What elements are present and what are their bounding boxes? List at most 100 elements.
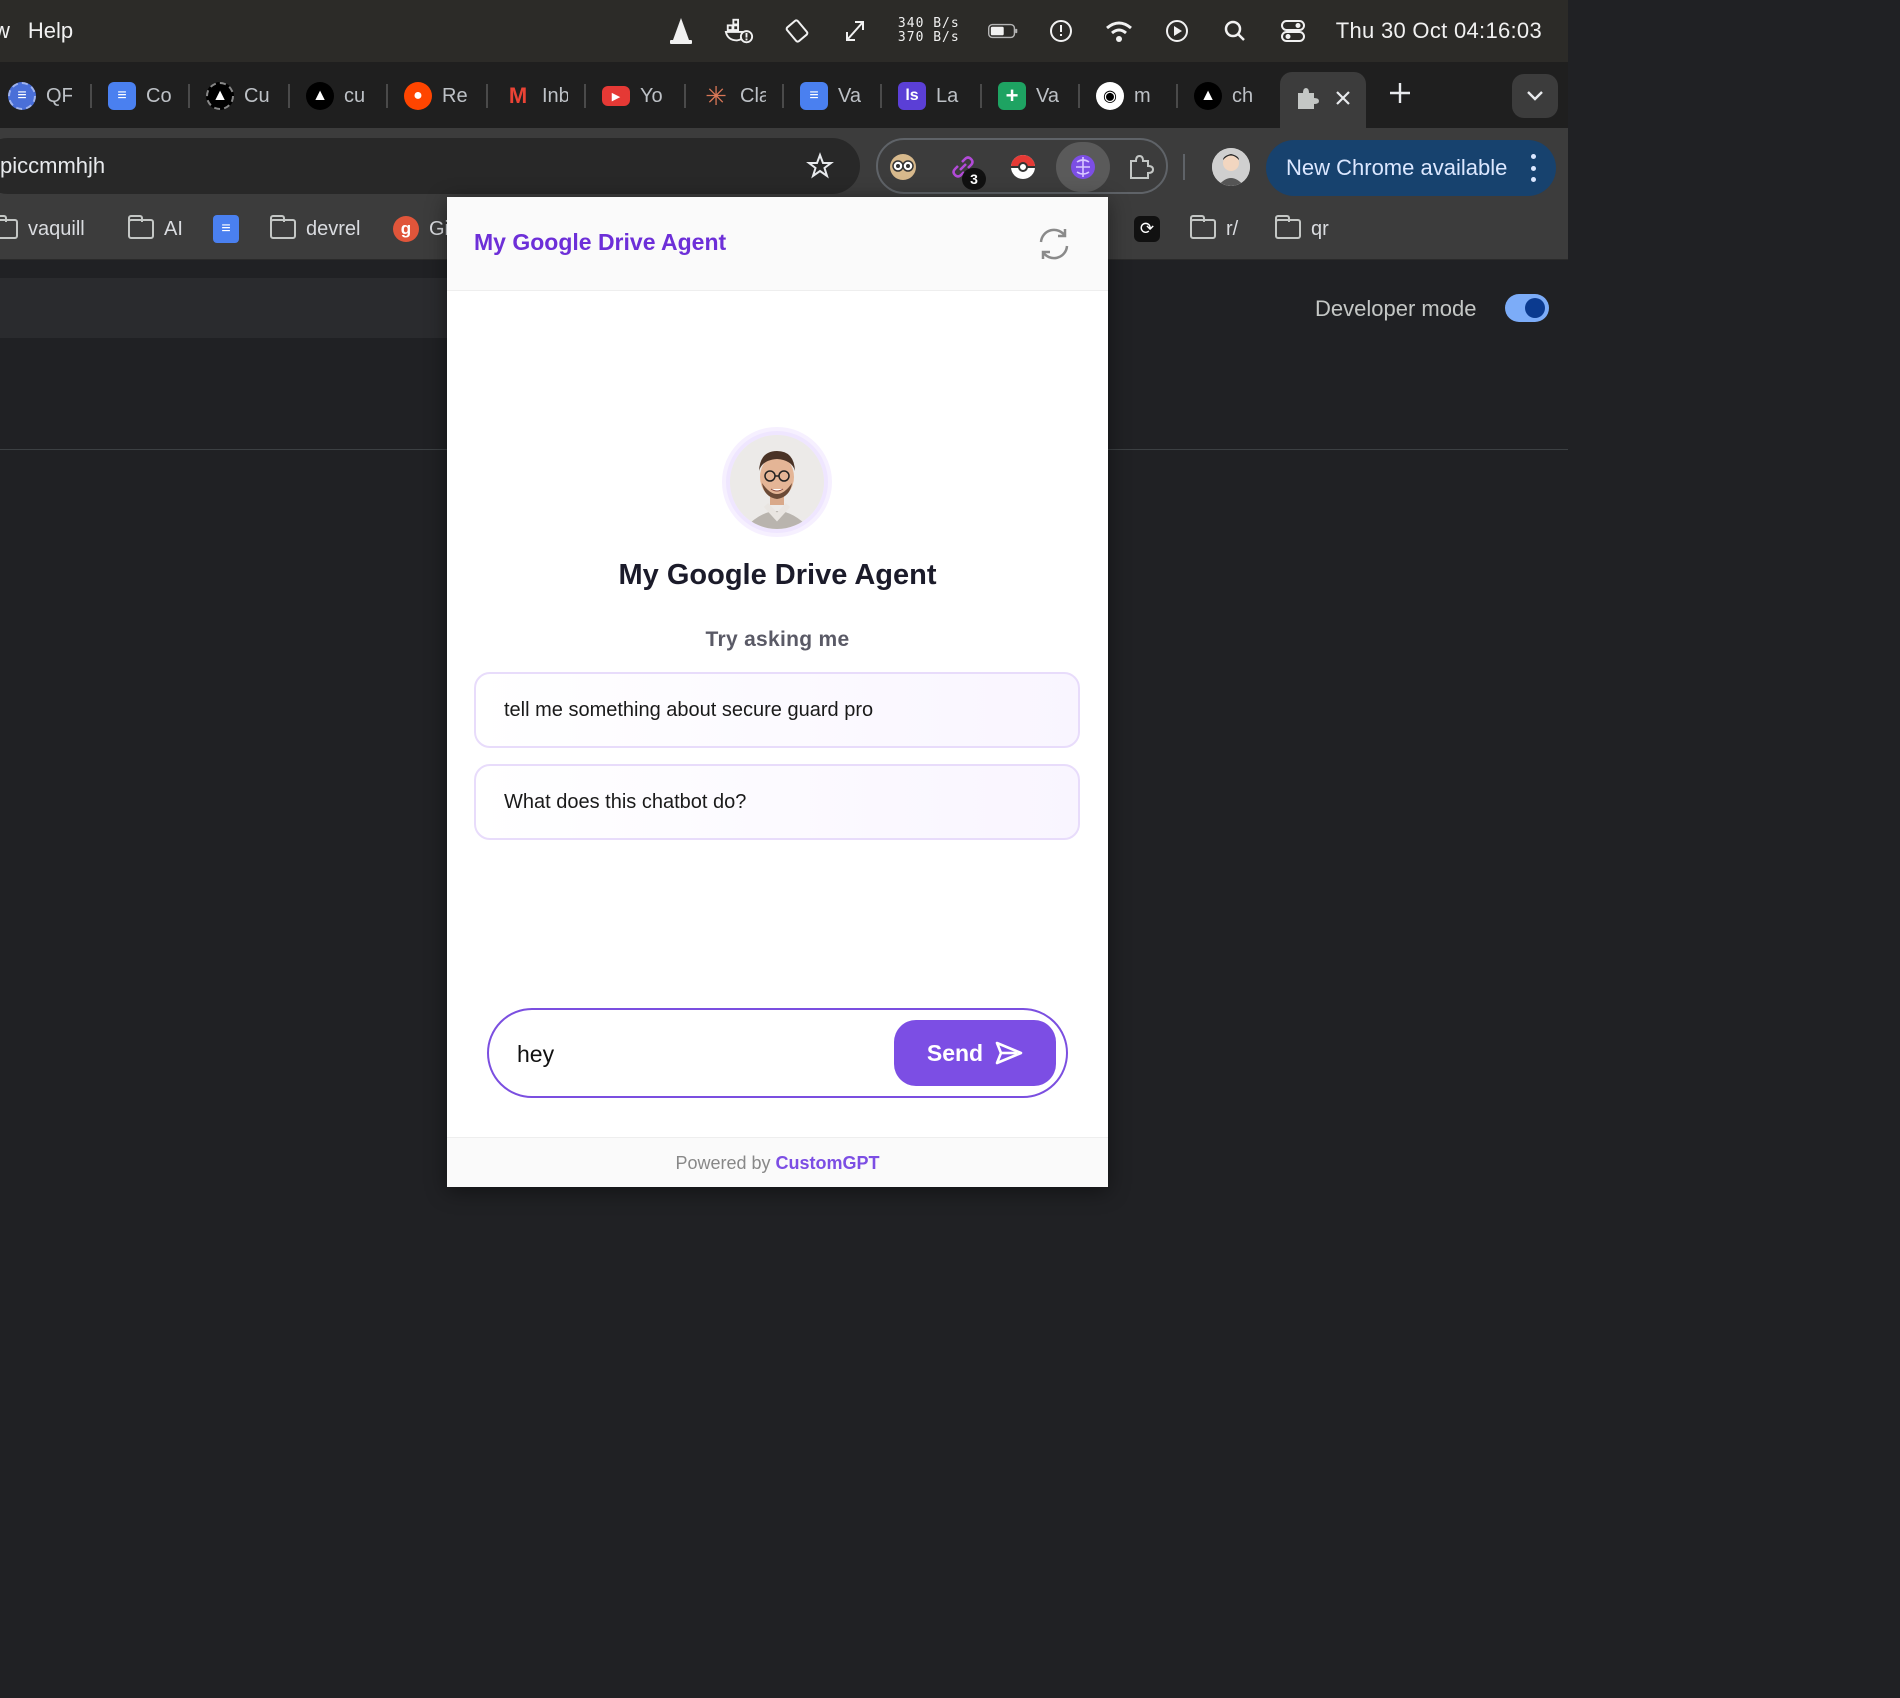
bookmark-sync[interactable]: ⟳ (1134, 214, 1160, 244)
brain-extension-icon[interactable] (1056, 142, 1110, 192)
bookmark-folder-ai[interactable]: AI (128, 214, 183, 244)
developer-mode-toggle[interactable] (1505, 294, 1549, 322)
extensions-group: 3 (876, 138, 1168, 194)
folder-icon (270, 215, 296, 239)
bookmark-label: vaquill (28, 217, 85, 240)
tab-reddit[interactable]: ● Re (404, 76, 468, 116)
status-area: 340 B/s 370 B/s Thu 30 Oct 04:16:03 (666, 0, 1542, 62)
control-center-icon[interactable] (1278, 16, 1308, 46)
tab-separator (880, 84, 882, 108)
tab-label: Re (442, 84, 468, 107)
close-tab-icon[interactable] (1334, 89, 1352, 112)
tab-cu[interactable]: ▲ Cu (206, 76, 270, 116)
address-url[interactable]: piccmmhjh (0, 153, 105, 179)
bookmark-star-icon[interactable] (806, 152, 834, 185)
menu-window[interactable]: w (0, 18, 12, 44)
developer-mode-label: Developer mode (1315, 296, 1477, 321)
agent-name: My Google Drive Agent (618, 559, 937, 591)
tab-label: Va (838, 84, 861, 107)
chat-input-container: Send (487, 1008, 1068, 1098)
tab-label: Cu (244, 84, 270, 107)
tab-separator (486, 84, 488, 108)
new-chrome-available-button[interactable]: New Chrome available (1266, 140, 1556, 196)
send-arrow-icon (995, 1041, 1023, 1065)
profile-avatar[interactable] (1212, 148, 1250, 186)
tab-label: ch (1232, 84, 1254, 107)
screen-rotate-icon[interactable] (782, 16, 812, 46)
bookmark-label: AI (164, 217, 183, 240)
tab-label: Co (146, 84, 172, 107)
bookmark-folder-qr[interactable]: qr (1275, 214, 1329, 244)
refresh-icon[interactable] (1035, 225, 1073, 263)
claude-icon: ✳ (705, 80, 727, 111)
tab-docs-co[interactable]: ≡ Co (108, 76, 172, 116)
spotlight-icon[interactable] (1220, 16, 1250, 46)
tab-extensions-active[interactable] (1280, 72, 1366, 128)
owl-extension-icon[interactable] (886, 150, 920, 184)
sync-icon: ⟳ (1134, 216, 1160, 242)
tab-label: Inb (542, 84, 568, 107)
tab-separator (386, 84, 388, 108)
chat-message-input[interactable] (517, 1032, 877, 1076)
network-speed: 340 B/s 370 B/s (898, 17, 960, 45)
tab-ch[interactable]: ▲ ch (1194, 76, 1258, 116)
bookmark-folder-devrel[interactable]: devrel (270, 214, 360, 244)
app-menus: w Help (0, 18, 83, 44)
macos-menu-bar: w Help 340 B/s 370 B/s Thu 30 Oct 04:16:… (0, 0, 1568, 62)
tab-docs-va[interactable]: ≡ Va (800, 76, 864, 116)
tab-youtube[interactable]: ▶ Yo (602, 76, 666, 116)
agent-avatar (726, 431, 828, 533)
bookmark-docs[interactable]: ≡ (213, 214, 239, 244)
puzzle-icon[interactable] (1124, 150, 1158, 184)
play-icon[interactable] (1162, 16, 1192, 46)
battery-icon[interactable] (987, 16, 1018, 46)
docs-icon: ≡ (800, 82, 828, 110)
docker-icon[interactable] (724, 16, 754, 46)
extensions-search-area[interactable] (0, 278, 447, 338)
tab-separator (1078, 84, 1080, 108)
suggestion-button-1[interactable]: tell me something about secure guard pro (474, 672, 1080, 748)
resize-icon[interactable] (840, 16, 870, 46)
time-machine-icon[interactable] (1046, 16, 1076, 46)
net-up: 340 B/s (897, 16, 960, 31)
tab-la[interactable]: ls La (898, 76, 962, 116)
reddit-icon: ● (404, 82, 432, 110)
tab-qf[interactable]: ≡ QF (8, 76, 72, 116)
tab-label: La (936, 84, 959, 107)
tab-separator (288, 84, 290, 108)
bookmark-folder-r[interactable]: r/ (1190, 214, 1238, 244)
bookmark-folder-vaquill[interactable]: vaquill (0, 214, 85, 244)
triangle-logo-icon: ▲ (1194, 82, 1222, 110)
tab-sheets[interactable]: + Va (998, 76, 1062, 116)
docs-icon: ≡ (213, 215, 239, 243)
send-button[interactable]: Send (894, 1020, 1056, 1086)
folder-icon (128, 215, 154, 239)
pokeball-extension-icon[interactable] (1006, 150, 1040, 184)
footer-brand-link[interactable]: CustomGPT (776, 1153, 880, 1173)
bookmark-g[interactable]: g Gi (393, 214, 449, 244)
tab-search-button[interactable] (1512, 74, 1558, 118)
lovable-icon: ls (898, 82, 926, 110)
suggestion-button-2[interactable]: What does this chatbot do? (474, 764, 1080, 840)
footer-prefix: Powered by (675, 1153, 771, 1173)
sheets-icon: + (998, 82, 1026, 110)
menu-help[interactable]: Help (18, 18, 83, 44)
link-extension-icon[interactable]: 3 (946, 150, 986, 190)
new-tab-button[interactable] (1384, 80, 1416, 112)
tab-separator (188, 84, 190, 108)
bookmark-label: Gi (429, 217, 449, 240)
powered-by-footer: Powered by CustomGPT (447, 1137, 1108, 1187)
tab-separator (1176, 84, 1178, 108)
more-vert-icon[interactable] (1530, 154, 1536, 182)
address-bar[interactable]: piccmmhjh (0, 138, 860, 194)
tab-gmail[interactable]: M Inb (504, 76, 568, 116)
chevron-down-icon (1527, 91, 1543, 101)
menubar-clock[interactable]: Thu 30 Oct 04:16:03 (1336, 18, 1542, 44)
tab-cu-2[interactable]: ▲ cu (306, 76, 370, 116)
tab-claude[interactable]: ✳ Cla (702, 76, 766, 116)
extension-badge: 3 (962, 168, 986, 190)
tab-github[interactable]: ◉ m (1096, 76, 1160, 116)
wifi-icon[interactable] (1104, 16, 1134, 46)
tab-separator (782, 84, 784, 108)
vlc-icon[interactable] (666, 16, 696, 46)
